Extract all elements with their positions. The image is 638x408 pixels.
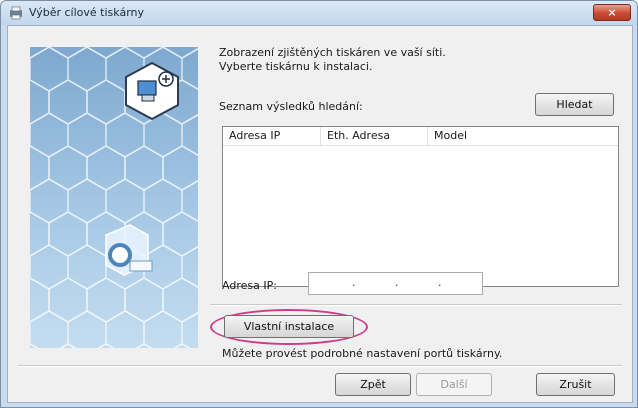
description-line-2: Vyberte tiskárnu k instalaci. bbox=[219, 60, 373, 73]
separator-upper bbox=[210, 304, 622, 306]
ip-separator-3: . bbox=[438, 276, 442, 289]
search-button[interactable]: Hledat bbox=[535, 93, 614, 116]
printer-app-icon bbox=[9, 6, 23, 20]
column-model[interactable]: Model bbox=[428, 127, 618, 145]
description-line-1: Zobrazení zjištěných tiskáren ve vaší sí… bbox=[219, 46, 446, 59]
ip-separator-1: . bbox=[352, 276, 356, 289]
column-eth-address[interactable]: Eth. Adresa bbox=[321, 127, 428, 145]
separator-lower bbox=[18, 365, 622, 367]
dialog-window: Výběr cílové tiskárny × Zobrazení zjiště… bbox=[0, 0, 638, 408]
window-title: Výběr cílové tiskárny bbox=[29, 6, 145, 19]
ip-separator-2: . bbox=[395, 276, 399, 289]
description: Zobrazení zjištěných tiskáren ve vaší sí… bbox=[219, 46, 446, 74]
column-ip-address[interactable]: Adresa IP bbox=[223, 127, 321, 145]
side-illustration bbox=[30, 47, 198, 348]
title-bar[interactable]: Výběr cílové tiskárny × bbox=[1, 1, 637, 25]
printer-list[interactable]: Adresa IP Eth. Adresa Model bbox=[222, 126, 619, 287]
search-results-label: Seznam výsledků hledání: bbox=[219, 100, 363, 113]
custom-install-button[interactable]: Vlastní instalace bbox=[224, 315, 354, 338]
next-button[interactable]: Další bbox=[416, 373, 492, 396]
close-button[interactable]: × bbox=[593, 4, 631, 21]
list-header: Adresa IP Eth. Adresa Model bbox=[223, 127, 618, 146]
cancel-button[interactable]: Zrušit bbox=[536, 373, 615, 396]
custom-install-hint: Můžete provést podrobné nastavení portů … bbox=[222, 347, 503, 360]
dialog-content: Zobrazení zjištěných tiskáren ve vaší sí… bbox=[7, 25, 633, 403]
ip-address-input[interactable]: . . . bbox=[308, 272, 483, 295]
ip-address-label: Adresa IP: bbox=[222, 279, 277, 292]
back-button[interactable]: Zpět bbox=[335, 373, 411, 396]
close-icon: × bbox=[607, 6, 617, 19]
